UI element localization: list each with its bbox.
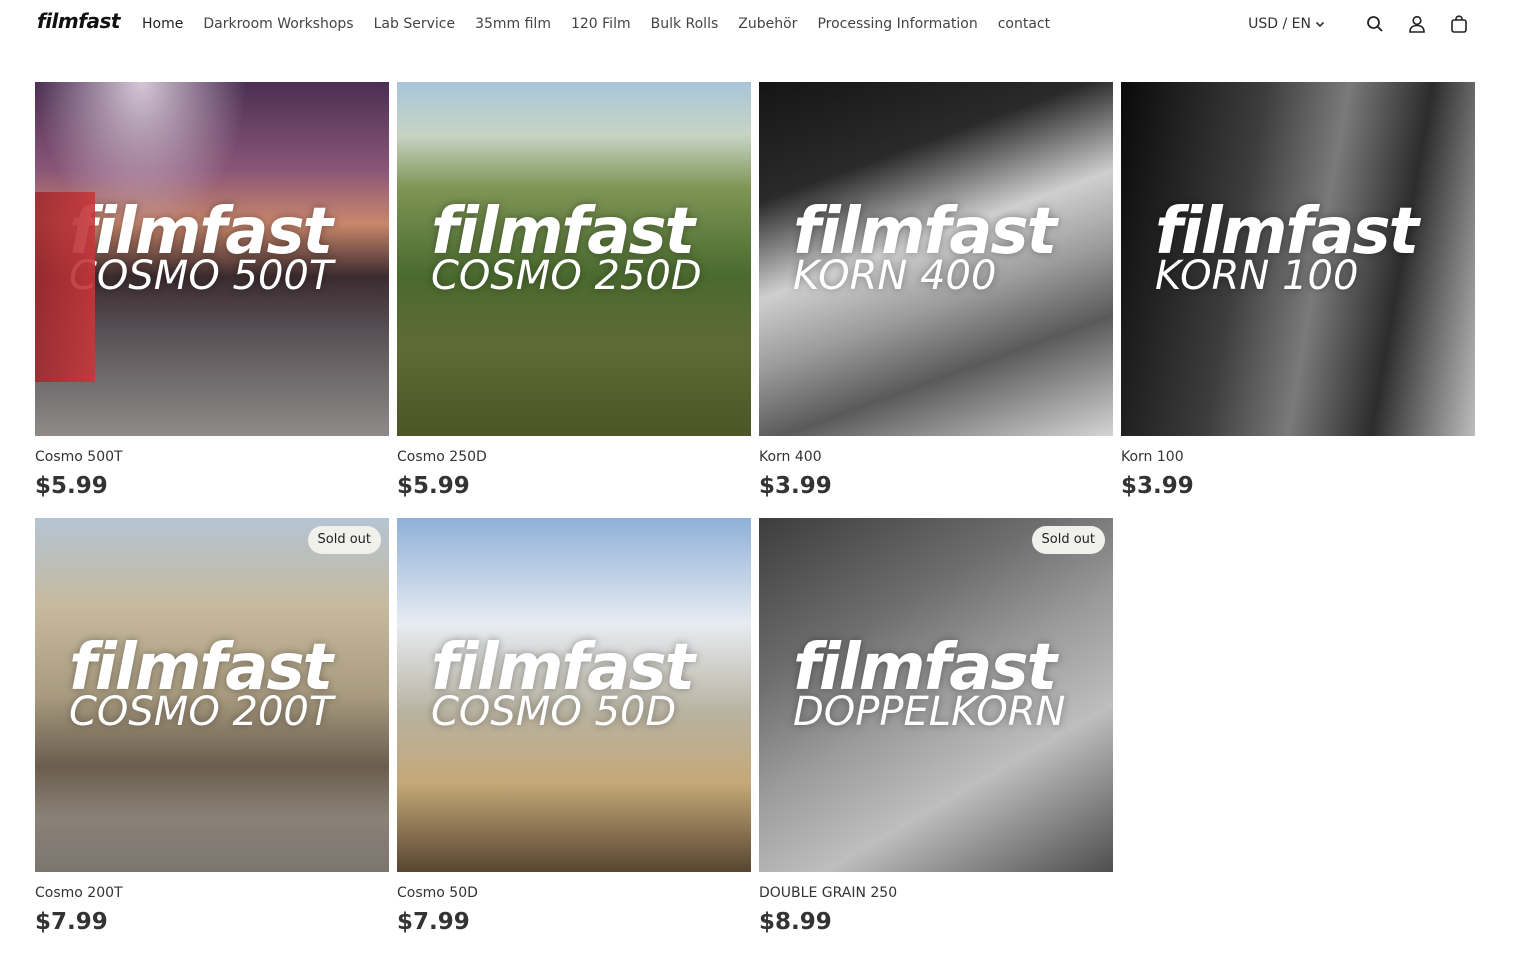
sold-out-badge: Sold out [1031,526,1105,554]
product-price: $5.99 [397,473,470,499]
product-image[interactable]: filmfast COSMO 500T [35,82,389,436]
product-card[interactable]: filmfast KORN 100 Korn 100 $3.99 [1121,82,1475,518]
product-title[interactable]: Korn 400 [759,448,1113,466]
image-film-text: COSMO 500T [69,253,334,299]
nav-processing-information[interactable]: Processing Information [817,15,977,33]
product-price: $3.99 [759,473,832,499]
product-card[interactable]: filmfast DOPPELKORN Sold out DOUBLE GRAI… [759,518,1113,954]
product-image[interactable]: filmfast KORN 400 [759,82,1113,436]
product-image[interactable]: filmfast COSMO 50D [397,518,751,872]
product-price: $8.99 [759,909,832,935]
product-title[interactable]: DOUBLE GRAIN 250 [759,884,1113,902]
product-price: $3.99 [1121,473,1194,499]
image-overlay-text: filmfast COSMO 250D [431,200,702,296]
image-film-text: COSMO 200T [69,689,334,735]
sold-out-badge: Sold out [307,526,381,554]
account-icon[interactable] [1405,12,1429,36]
product-card[interactable]: filmfast COSMO 250D Cosmo 250D $5.99 [397,82,751,518]
nav-120-film[interactable]: 120 Film [571,15,631,33]
main-nav: Home Darkroom Workshops Lab Service 35mm… [142,15,1070,33]
product-price: $5.99 [35,473,108,499]
nav-darkroom-workshops[interactable]: Darkroom Workshops [203,15,353,33]
product-image[interactable]: filmfast KORN 100 [1121,82,1475,436]
product-grid: filmfast COSMO 500T Cosmo 500T $5.99 fil… [35,82,1475,954]
nav-home[interactable]: Home [142,15,183,33]
product-title[interactable]: Cosmo 250D [397,448,751,466]
nav-zubehor[interactable]: Zubehör [738,15,797,33]
chevron-down-icon [1315,21,1325,28]
product-title[interactable]: Cosmo 200T [35,884,389,902]
product-card[interactable]: filmfast COSMO 500T Cosmo 500T $5.99 [35,82,389,518]
product-image[interactable]: filmfast DOPPELKORN Sold out [759,518,1113,872]
image-overlay-text: filmfast COSMO 200T [69,636,333,732]
product-card[interactable]: filmfast COSMO 200T Sold out Cosmo 200T … [35,518,389,954]
image-film-text: COSMO 250D [431,253,702,299]
locale-label: USD / EN [1248,16,1311,32]
image-overlay-text: filmfast KORN 400 [793,200,1057,296]
site-header: filmfast Home Darkroom Workshops Lab Ser… [0,0,1523,50]
site-logo[interactable]: filmfast [37,9,120,33]
product-card[interactable]: filmfast KORN 400 Korn 400 $3.99 [759,82,1113,518]
header-utilities: USD / EN [1248,12,1471,36]
product-title[interactable]: Cosmo 500T [35,448,389,466]
image-overlay-text: filmfast KORN 100 [1155,200,1419,296]
nav-35mm-film[interactable]: 35mm film [475,15,551,33]
product-card[interactable]: filmfast COSMO 50D Cosmo 50D $7.99 [397,518,751,954]
nav-lab-service[interactable]: Lab Service [374,15,455,33]
product-price: $7.99 [35,909,108,935]
product-title[interactable]: Cosmo 50D [397,884,751,902]
product-title[interactable]: Korn 100 [1121,448,1475,466]
cart-icon[interactable] [1447,12,1471,36]
product-price: $7.99 [397,909,470,935]
image-overlay-text: filmfast COSMO 50D [431,636,695,735]
image-film-text: DOPPELKORN [793,689,1066,735]
locale-selector[interactable]: USD / EN [1248,16,1325,32]
image-film-text: COSMO 50D [431,689,677,735]
nav-bulk-rolls[interactable]: Bulk Rolls [651,15,719,33]
product-image[interactable]: filmfast COSMO 250D [397,82,751,436]
image-overlay-text: filmfast COSMO 500T [69,200,333,296]
search-icon[interactable] [1363,12,1387,36]
image-overlay-text: filmfast DOPPELKORN [793,636,1065,732]
nav-contact[interactable]: contact [998,15,1050,33]
product-image[interactable]: filmfast COSMO 200T Sold out [35,518,389,872]
